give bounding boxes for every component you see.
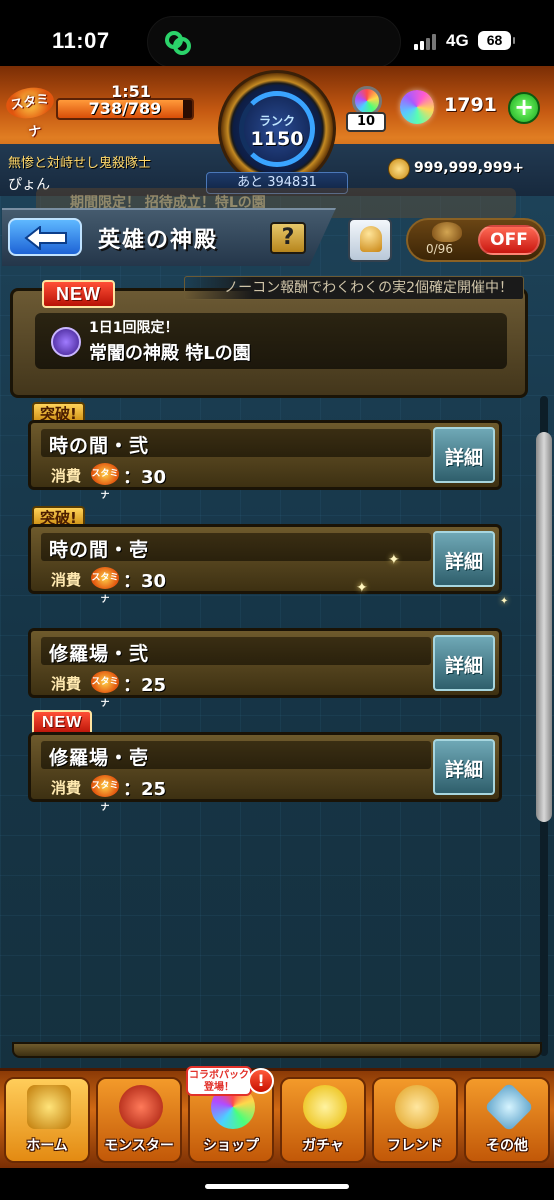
detail-button[interactable]: 詳細 xyxy=(433,531,495,587)
notification-bell-button[interactable] xyxy=(348,218,392,262)
stamina-value: 738/789 xyxy=(88,99,162,118)
monster-icon xyxy=(119,1085,163,1129)
quest-cost: ：30 xyxy=(123,467,167,488)
cost-label: 消費 xyxy=(51,467,82,485)
toggle-count: 0/96 xyxy=(426,242,453,256)
list-frame-bottom xyxy=(12,1042,542,1058)
quest-name: 時の間・弐 xyxy=(49,435,150,457)
cost-label: 消費 xyxy=(51,675,82,693)
nav-home[interactable]: ホーム xyxy=(4,1077,90,1163)
nav-monster[interactable]: モンスター xyxy=(96,1077,182,1163)
gacha-icon xyxy=(303,1085,347,1129)
bottom-nav: ホーム モンスター ショップ ガチャ フレンド その他 xyxy=(0,1068,554,1168)
collab-pack-badge: コラボパック登場！ xyxy=(186,1066,252,1096)
potion-count: 10 xyxy=(346,112,386,132)
nav-label: モンスター xyxy=(104,1138,174,1154)
buy-orb-button[interactable]: + xyxy=(508,92,540,124)
nav-label: その他 xyxy=(486,1138,528,1154)
player-title: 無惨と対峙せし鬼殺隊士 xyxy=(8,156,152,171)
quest-cost: ：25 xyxy=(123,779,167,800)
auto-toggle[interactable]: 0/96 OFF xyxy=(406,218,546,262)
back-button[interactable] xyxy=(8,218,82,256)
alert-icon: ! xyxy=(248,1068,274,1094)
rank-label: ランク xyxy=(258,114,295,128)
featured-quest-inner: 1日1回限定！ 常闇の神殿 特Lの園 xyxy=(35,313,507,369)
off-button[interactable]: OFF xyxy=(478,225,540,255)
detail-button[interactable]: 詳細 xyxy=(433,635,495,691)
stamina-icon: スタミナ xyxy=(91,671,119,709)
link-icon xyxy=(165,31,191,55)
friend-icon xyxy=(395,1085,439,1129)
featured-title: 常闇の神殿 特Lの園 xyxy=(89,343,251,364)
sparkle-icon: ✦ xyxy=(500,596,509,607)
detail-label: 詳細 xyxy=(444,447,483,469)
potion-button[interactable]: 10 xyxy=(346,84,390,132)
cost-label: 消費 xyxy=(51,779,82,797)
page-header: 英雄の神殿 ? 0/96 OFF xyxy=(0,208,554,268)
nav-gacha[interactable]: ガチャ xyxy=(280,1077,366,1163)
rank-badge[interactable]: ランク 1150 xyxy=(218,70,336,188)
page-title: 英雄の神殿 xyxy=(98,228,219,253)
nav-label: ショップ xyxy=(203,1138,259,1154)
nav-label: ガチャ xyxy=(302,1138,344,1154)
status-time: 11:07 xyxy=(52,28,110,53)
stamina-icon: スタミナ xyxy=(91,775,119,813)
coin-count: 999,999,999+ xyxy=(414,160,525,176)
stamina-bar[interactable]: 738/789 xyxy=(56,98,194,120)
helmet-icon xyxy=(432,222,462,242)
battery-icon: 68 xyxy=(478,31,515,50)
quest-row[interactable]: 時の間・壱 消費 スタミナ ：30 詳細 xyxy=(28,524,502,605)
status-bar: 11:07 4G 68 xyxy=(0,0,554,68)
quest-row[interactable]: 修羅場・弐 消費 スタミナ ：25 詳細 xyxy=(28,628,502,709)
nav-label: フレンド xyxy=(387,1138,443,1154)
nav-other[interactable]: その他 xyxy=(464,1077,550,1163)
purple-orb-icon xyxy=(51,327,81,357)
network-type: 4G xyxy=(446,31,469,50)
stamina-icon: スタミナ xyxy=(3,84,57,141)
detail-button[interactable]: 詳細 xyxy=(433,739,495,795)
scrollbar-thumb[interactable] xyxy=(536,432,552,822)
detail-button[interactable]: 詳細 xyxy=(433,427,495,483)
quest-row[interactable]: 修羅場・壱 消費 スタミナ ：25 詳細 xyxy=(28,732,502,813)
sparkle-icon: ✦ xyxy=(356,580,368,596)
quest-name: 時の間・壱 xyxy=(49,539,150,561)
quest-cost: ：30 xyxy=(123,571,167,592)
quest-name: 修羅場・弐 xyxy=(49,643,150,665)
orb-count: 1791 xyxy=(444,94,497,116)
other-icon xyxy=(484,1082,534,1132)
new-badge: NEW xyxy=(42,280,115,308)
cost-label: 消費 xyxy=(51,571,82,589)
signal-icon xyxy=(414,34,438,50)
quest-row[interactable]: 時の間・弐 消費 スタミナ ：30 詳細 xyxy=(28,420,502,501)
event-banner: ノーコン報酬でわくわくの実2個確定開催中！ xyxy=(184,276,524,300)
bell-icon xyxy=(360,226,382,252)
back-arrow-icon xyxy=(24,226,67,250)
nav-friend[interactable]: フレンド xyxy=(372,1077,458,1163)
help-button[interactable]: ? xyxy=(270,222,306,254)
dynamic-island xyxy=(147,16,401,68)
top-hud: スタミナ 1:51 738/789 ランク 1150 あと 394831 10 … xyxy=(0,66,554,196)
rank-progress-ring: ランク 1150 xyxy=(239,91,315,167)
detail-label: 詳細 xyxy=(444,551,483,573)
quest-cost: ：25 xyxy=(123,675,167,696)
home-indicator[interactable] xyxy=(205,1184,349,1189)
home-icon xyxy=(27,1085,71,1129)
featured-subtitle: 1日1回限定！ xyxy=(89,320,179,336)
stamina-icon: スタミナ xyxy=(91,463,119,501)
quest-name: 修羅場・壱 xyxy=(49,747,150,769)
coin-icon xyxy=(388,158,410,180)
detail-label: 詳細 xyxy=(444,759,483,781)
sparkle-icon: ✦ xyxy=(388,552,400,568)
main-area: 期間限定！ 招待成立！特Lの園 英雄の神殿 ? 0/96 OFF 1日1回限定！… xyxy=(0,188,554,1068)
stamina-icon: スタミナ xyxy=(91,567,119,605)
rank-value: 1150 xyxy=(250,128,304,150)
orb-icon xyxy=(400,90,434,124)
nav-label: ホーム xyxy=(26,1138,68,1154)
detail-label: 詳細 xyxy=(444,655,483,677)
